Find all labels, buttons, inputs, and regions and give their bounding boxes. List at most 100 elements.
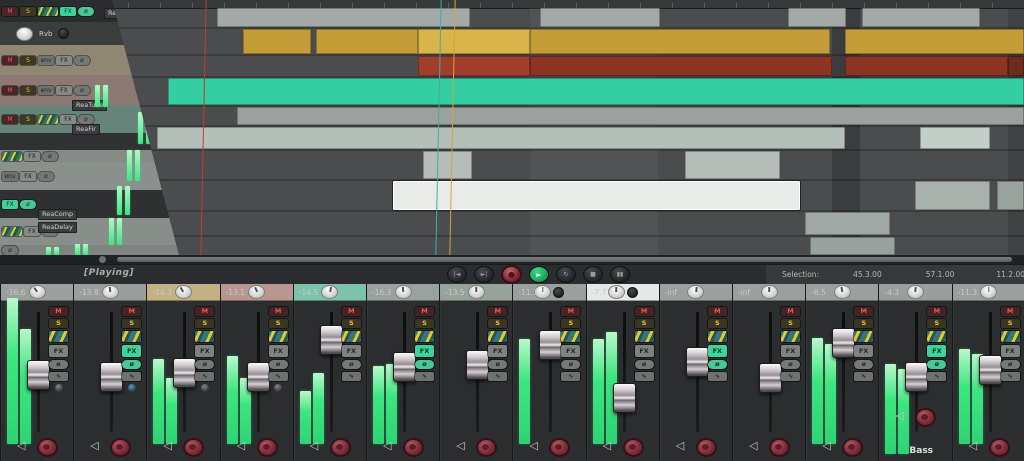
horizontal-scrollbar[interactable] <box>0 255 1024 264</box>
monitor-button[interactable]: env <box>2 171 18 181</box>
pan-knob[interactable] <box>321 285 339 299</box>
routing-icon[interactable] <box>195 331 215 342</box>
solo-button[interactable]: S <box>781 319 800 328</box>
pan-knob[interactable] <box>980 285 998 299</box>
fx-slot-label[interactable]: ReaFir <box>72 124 100 135</box>
solo-button[interactable]: S <box>20 85 36 95</box>
phase-button[interactable]: ø <box>341 360 361 369</box>
io-button[interactable] <box>274 384 283 392</box>
pan-knob[interactable] <box>394 285 412 299</box>
record-arm-button[interactable] <box>622 438 644 457</box>
stop-button[interactable]: ■ <box>583 266 603 283</box>
mute-button[interactable]: M <box>634 307 654 316</box>
phase-button[interactable]: ø <box>561 360 581 369</box>
pan-knob[interactable] <box>760 285 778 299</box>
mute-button[interactable]: M <box>488 307 508 316</box>
mute-button[interactable]: M <box>49 307 68 316</box>
audio-item[interactable] <box>915 181 990 210</box>
phase-button[interactable]: ø <box>122 360 142 369</box>
audio-item[interactable] <box>418 29 530 54</box>
monitor-button[interactable]: env <box>38 85 54 95</box>
mixer-strip[interactable]: -6.5 M S FX ø ∿ ◁ <box>805 284 879 461</box>
routing-icon[interactable] <box>1000 331 1020 342</box>
solo-button[interactable]: S <box>1000 319 1020 328</box>
envelope-button[interactable]: ∿ <box>561 372 581 381</box>
track-panel-row[interactable]: ø <box>0 245 179 255</box>
audio-item[interactable] <box>805 212 890 235</box>
fx-button[interactable]: FX <box>60 114 76 124</box>
record-arm-button[interactable] <box>695 438 717 457</box>
fx-button[interactable]: FX <box>707 345 727 357</box>
envelope-button[interactable]: ∿ <box>707 372 727 381</box>
routing-icon[interactable] <box>268 331 288 342</box>
audio-item[interactable] <box>418 56 530 76</box>
mute-button[interactable]: M <box>1000 307 1020 316</box>
record-arm-button[interactable] <box>256 438 278 457</box>
fader-knob[interactable] <box>978 355 1002 385</box>
routing-icon[interactable] <box>927 331 947 342</box>
fx-slot-label[interactable]: ReaComp <box>38 209 78 220</box>
pan-knob[interactable] <box>467 285 485 299</box>
mixer-strip[interactable]: -13.5 M S FX ø ∿ ◁ <box>439 284 513 461</box>
mixer-strip[interactable]: -16.3 M S FX ø ∿ ◁ <box>366 284 440 461</box>
fx-button[interactable]: FX <box>49 345 68 357</box>
mute-button[interactable]: M <box>2 114 18 124</box>
record-arm-button[interactable] <box>329 438 351 457</box>
pan-knob[interactable] <box>248 285 266 299</box>
envelope-button[interactable]: ∿ <box>488 372 508 381</box>
solo-button[interactable]: S <box>195 319 215 328</box>
record-arm-button[interactable] <box>988 438 1010 457</box>
routing-icon[interactable] <box>341 331 361 342</box>
mixer-strip[interactable]: -14.3 M S FX ø ∿ ◁ <box>146 284 220 461</box>
mixer-strip[interactable]: -inf M S FX ø ∿ ◁ <box>658 284 732 461</box>
audio-item[interactable] <box>243 29 311 54</box>
selection-end-value[interactable]: 57.1.00 <box>926 270 955 279</box>
pan-knob[interactable] <box>906 285 924 299</box>
solo-button[interactable]: S <box>707 319 727 328</box>
phase-button[interactable]: ø <box>634 360 654 369</box>
pan-knob[interactable] <box>28 285 46 299</box>
fx-button[interactable]: FX <box>56 55 72 65</box>
pause-button[interactable]: ▮▮ <box>610 266 630 283</box>
mixer-strip[interactable]: -16.6 M S FX ø ∿ ◁ <box>0 284 74 461</box>
envelope-button[interactable]: ∿ <box>854 372 874 381</box>
fader-knob[interactable] <box>832 328 856 358</box>
solo-button[interactable]: S <box>49 319 68 328</box>
fx-button[interactable]: FX <box>854 345 874 357</box>
envelope-button[interactable]: ∿ <box>122 372 142 381</box>
mixer-strip[interactable]: -inf M S FX ø ∿ ◁ <box>732 284 806 461</box>
audio-item[interactable] <box>845 56 1008 76</box>
mute-button[interactable]: M <box>268 307 288 316</box>
audio-item[interactable] <box>845 29 1024 54</box>
mixer-strip-bass[interactable]: -4.3 M S FX ø ∿ ◁ Bass <box>878 284 952 461</box>
phase-button[interactable]: ø <box>488 360 508 369</box>
audio-item[interactable] <box>316 29 418 54</box>
fader-knob[interactable] <box>539 330 563 360</box>
track-panel-row[interactable]: FXø <box>0 218 179 245</box>
phase-button[interactable]: ø <box>415 360 434 369</box>
fx-bypass-button[interactable]: ø <box>2 245 18 255</box>
fader-knob[interactable] <box>246 362 270 392</box>
fx-bypass-button[interactable]: ø <box>74 55 90 65</box>
mute-button[interactable]: M <box>854 307 874 316</box>
envelope-button[interactable]: ∿ <box>634 372 654 381</box>
fader-knob[interactable] <box>612 383 636 413</box>
mute-button[interactable]: M <box>561 307 581 316</box>
pan-knob[interactable] <box>833 285 851 299</box>
solo-button[interactable]: S <box>488 319 508 328</box>
routing-icon[interactable] <box>2 227 22 236</box>
fx-button[interactable]: FX <box>781 345 800 357</box>
solo-button[interactable]: S <box>122 319 142 328</box>
solo-button[interactable]: S <box>20 6 36 16</box>
envelope-button[interactable]: ∿ <box>415 372 434 381</box>
fx-button[interactable]: FX <box>488 345 508 357</box>
track-panel-row[interactable]: FXø <box>0 190 179 218</box>
go-to-end-button[interactable]: ►| <box>474 266 494 283</box>
routing-icon[interactable] <box>49 331 68 342</box>
fader-knob[interactable] <box>393 352 416 382</box>
fader-knob[interactable] <box>905 362 929 392</box>
phase-button[interactable]: ø <box>49 360 68 369</box>
fader-knob[interactable] <box>319 325 343 355</box>
fx-bypass-button[interactable]: ø <box>38 171 54 181</box>
audio-item[interactable] <box>393 181 800 210</box>
